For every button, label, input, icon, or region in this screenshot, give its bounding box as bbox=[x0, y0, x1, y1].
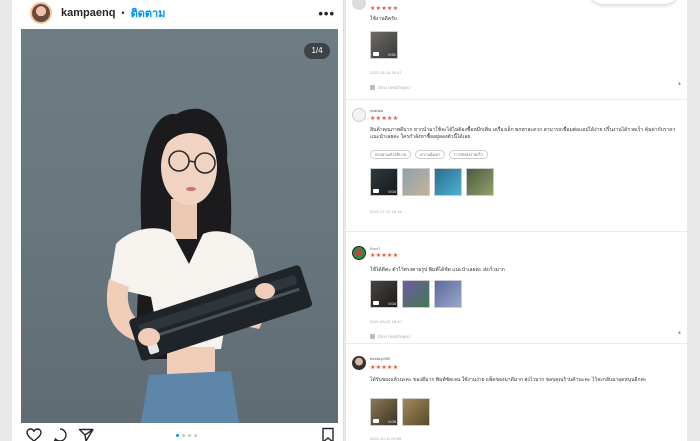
review-video-thumb[interactable]: 0:04 bbox=[370, 168, 398, 196]
header-separator: • bbox=[121, 8, 125, 18]
post-header: kampaenq • ติดตาม ••• bbox=[12, 0, 343, 26]
reviewer-avatar bbox=[352, 356, 366, 370]
review-tag: การจัดส่งรวดเร็ว bbox=[449, 150, 489, 159]
video-duration: 0:04 bbox=[388, 189, 396, 194]
review-photo-thumb[interactable] bbox=[434, 280, 462, 308]
review-photo-thumb[interactable] bbox=[402, 168, 430, 196]
review-tag: ตรงตามคำอธิบาย bbox=[370, 150, 412, 159]
bookmark-icon[interactable] bbox=[320, 427, 336, 441]
review-video-thumb[interactable]: 0:04 bbox=[370, 280, 398, 308]
video-duration: 0:04 bbox=[388, 301, 396, 306]
review-photo-thumb[interactable] bbox=[466, 168, 494, 196]
review-menu-icon[interactable]: ••• bbox=[675, 82, 682, 83]
review-media: 0:04 bbox=[370, 280, 462, 308]
screenshot-stage: kampaenq • ติดตาม ••• 1/4 ★★★★★ ใช้งานดี… bbox=[0, 0, 700, 441]
video-camera-icon bbox=[373, 189, 379, 193]
thumbs-up-icon bbox=[370, 85, 375, 90]
video-duration: 0:05 bbox=[388, 419, 396, 424]
post-username[interactable]: kampaenq bbox=[61, 7, 115, 19]
review-date: 2021-07-12 16:18 bbox=[370, 209, 402, 214]
review-text: ใช้ได้ดีค่ะ ตัวไว้ตรงตามรูป พิมพ์ได้ชัด … bbox=[370, 267, 505, 273]
review-tag: ความคุ้มค่า bbox=[415, 150, 446, 159]
review-media: 0:51 bbox=[370, 31, 398, 59]
review-video-thumb[interactable]: 0:05 bbox=[370, 398, 398, 426]
helpful-button[interactable]: มีประโยชน์กับคุณ? bbox=[370, 333, 411, 340]
carousel-dots bbox=[176, 434, 197, 437]
rating-stars: ★★★★★ bbox=[370, 6, 399, 12]
review-date: 2021-09-02 15:10 bbox=[370, 319, 402, 324]
reviewer-name: maluka bbox=[370, 108, 383, 113]
post-actions bbox=[26, 427, 336, 441]
review-item: maluka ★★★★★ สินค้าคุณภาพดีมาก หากนำมาใช… bbox=[346, 100, 687, 232]
rating-stars: ★★★★★ bbox=[370, 253, 399, 259]
slide-counter: 1/4 bbox=[304, 43, 330, 59]
review-photo-thumb[interactable] bbox=[402, 398, 430, 426]
video-camera-icon bbox=[373, 301, 379, 305]
post-photo[interactable]: 1/4 bbox=[21, 29, 338, 423]
review-media: 0:04 bbox=[370, 168, 494, 196]
video-camera-icon bbox=[373, 52, 379, 56]
reviewer-name: ก••••า bbox=[370, 246, 381, 251]
review-tags: ตรงตามคำอธิบาย ความคุ้มค่า การจัดส่งรวดเ… bbox=[370, 150, 489, 159]
review-item: ★★★★★ ใช้งานดีครับ 0:51 2021-05-18 20:47… bbox=[346, 0, 687, 100]
review-item: fonda.p999 ★★★★★ ได้รับของแล้วนะคะ ของดี… bbox=[346, 344, 687, 441]
heart-icon[interactable] bbox=[26, 427, 42, 441]
helpful-button[interactable]: มีประโยชน์กับคุณ? bbox=[370, 84, 411, 91]
review-text: สินค้าคุณภาพดีมาก หากนำมาใช้จะได้ไม่ต้อง… bbox=[370, 127, 676, 140]
follow-button[interactable]: ติดตาม bbox=[131, 4, 166, 22]
reviewer-avatar bbox=[352, 108, 366, 122]
share-icon[interactable] bbox=[78, 427, 94, 441]
review-video-thumb[interactable]: 0:51 bbox=[370, 31, 398, 59]
reviews-panel: ★★★★★ ใช้งานดีครับ 0:51 2021-05-18 20:47… bbox=[345, 0, 687, 441]
more-options-button[interactable]: ••• bbox=[318, 6, 335, 21]
rating-stars: ★★★★★ bbox=[370, 365, 399, 371]
reviewer-avatar bbox=[352, 0, 366, 10]
review-photo-thumb[interactable] bbox=[434, 168, 462, 196]
user-avatar[interactable] bbox=[30, 2, 52, 24]
helpful-label: มีประโยชน์กับคุณ? bbox=[378, 334, 411, 339]
thumbs-up-icon bbox=[370, 334, 375, 339]
reviewer-avatar bbox=[352, 246, 366, 260]
review-text: ใช้งานดีครับ bbox=[370, 16, 397, 22]
photo-illustration bbox=[106, 108, 313, 423]
video-duration: 0:51 bbox=[388, 52, 396, 57]
instagram-post: kampaenq • ติดตาม ••• 1/4 bbox=[12, 0, 344, 441]
review-photo-thumb[interactable] bbox=[402, 280, 430, 308]
reviewer-name: fonda.p999 bbox=[370, 356, 391, 361]
comment-icon[interactable] bbox=[52, 427, 68, 441]
review-media: 0:05 bbox=[370, 398, 430, 426]
helpful-label: มีประโยชน์กับคุณ? bbox=[378, 85, 411, 90]
rating-stars: ★★★★★ bbox=[370, 116, 399, 122]
video-camera-icon bbox=[373, 419, 379, 423]
review-date: 2021-10-11 09:56 bbox=[370, 436, 402, 441]
review-item: ก••••า ★★★★★ ใช้ได้ดีค่ะ ตัวไว้ตรงตามรูป… bbox=[346, 232, 687, 344]
review-menu-icon[interactable]: ••• bbox=[675, 331, 682, 332]
review-text: ได้รับของแล้วนะคะ ของดีมาก พิมพ์ชัดเจน ใ… bbox=[370, 377, 647, 383]
review-date: 2021-05-18 20:47 bbox=[370, 70, 402, 75]
